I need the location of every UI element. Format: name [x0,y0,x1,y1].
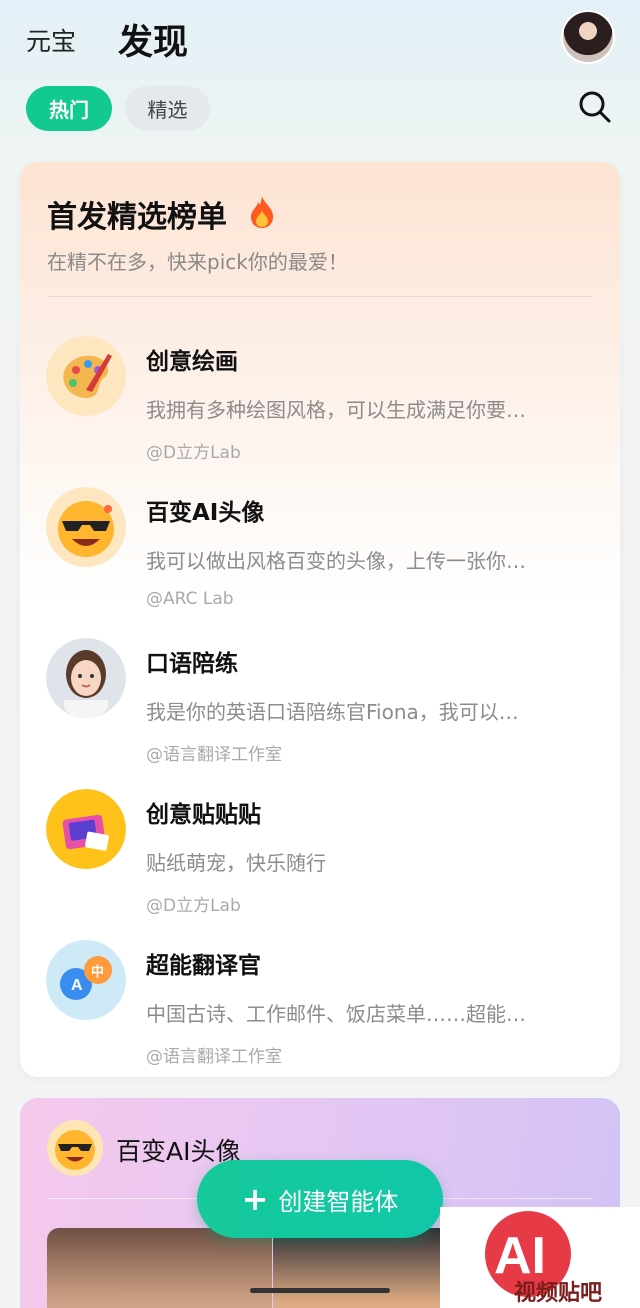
translate-bubbles-icon: A 中 [46,940,126,1020]
list-item-ai-avatar[interactable]: 百变AI头像 我可以做出风格百变的头像，上传一张你… @ARC Lab [20,475,620,625]
item-description: 中国古诗、工作邮件、饭店菜单……超能… [146,1002,526,1026]
tab-picks[interactable]: 精选 [125,86,210,131]
ranking-subtitle: 在精不在多，快来pick你的最爱！ [47,250,348,274]
sunglasses-emoji-icon [46,487,126,567]
page-title: 发现 [118,22,189,63]
list-item-creative-stickers[interactable]: 创意贴贴贴 贴纸萌宠，快乐随行 @D立方Lab [20,777,620,927]
item-name: 百变AI头像 [146,500,265,526]
item-description: 贴纸萌宠，快乐随行 [146,851,326,875]
item-description: 我拥有多种绘图风格，可以生成满足你要… [146,398,526,422]
list-item-speaking-practice[interactable]: 口语陪练 我是你的英语口语陪练官Fiona，我可以… @语言翻译工作室 [20,626,620,776]
plus-icon: + [241,1180,269,1218]
sticker-machine-icon [46,789,126,869]
sunglasses-emoji-icon [47,1120,103,1176]
fire-icon [251,196,273,228]
item-name: 超能翻译官 [146,953,261,979]
item-author: @语言翻译工作室 [146,745,282,765]
svg-text:中: 中 [91,964,104,980]
list-item-translator[interactable]: A 中 超能翻译官 中国古诗、工作邮件、饭店菜单……超能… @语言翻译工作室 [20,928,620,1078]
svg-text:A: A [71,977,83,994]
divider [47,296,593,297]
home-indicator [250,1288,390,1293]
create-agent-button[interactable]: + 创建智能体 [197,1160,443,1238]
brand-logo[interactable]: 元宝 [26,22,76,58]
item-author: @D立方Lab [146,896,241,916]
item-name: 口语陪练 [146,651,238,677]
tutor-avatar-icon [46,638,126,718]
avatar-sample-image[interactable] [273,1228,468,1308]
list-item-creative-painting[interactable]: 创意绘画 我拥有多种绘图风格，可以生成满足你要… @D立方Lab [20,324,620,474]
user-avatar[interactable] [561,10,615,64]
item-name: 创意贴贴贴 [146,802,261,828]
watermark-text: 视频贴吧 [514,1281,603,1306]
avatar-sample-image[interactable] [47,1228,272,1308]
item-author: @语言翻译工作室 [146,1047,282,1067]
watermark: AI 视频贴吧 [440,1207,640,1308]
ranking-title: 首发精选榜单 [47,200,227,235]
item-author: @ARC Lab [146,589,234,609]
top-bar: 元宝 发现 热门 精选 [0,0,640,150]
palette-icon [46,336,126,416]
search-icon[interactable] [576,88,612,124]
tab-hot[interactable]: 热门 [26,86,112,131]
ranking-card: 首发精选榜单 在精不在多，快来pick你的最爱！ 创意绘画 我拥有多种绘图风格，… [20,162,620,1077]
item-author: @D立方Lab [146,443,241,463]
item-description: 我可以做出风格百变的头像，上传一张你… [146,549,526,573]
item-description: 我是你的英语口语陪练官Fiona，我可以… [146,700,519,724]
item-name: 创意绘画 [146,349,238,375]
create-agent-label: 创建智能体 [278,1187,399,1216]
